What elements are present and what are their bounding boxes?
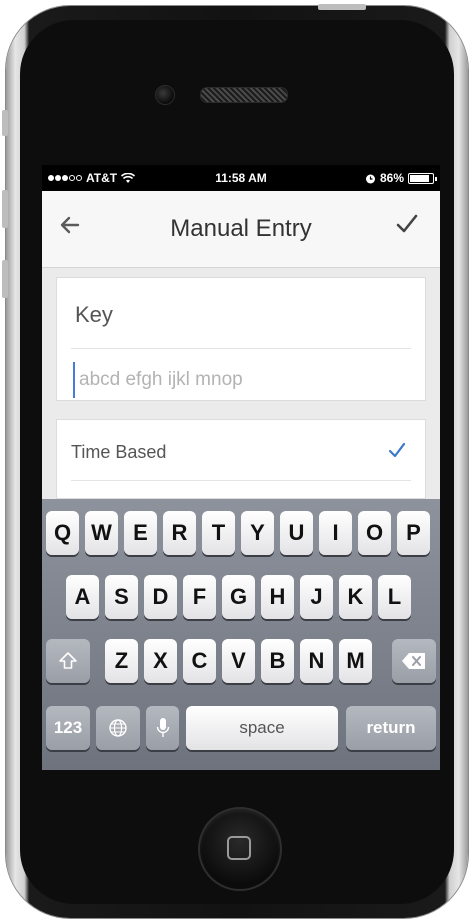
- key-i[interactable]: I: [319, 511, 352, 555]
- screen: AT&T 11:58 AM 86% Manual Entry Key abcd …: [42, 165, 440, 770]
- status-right: 86%: [365, 171, 437, 185]
- status-bar: AT&T 11:58 AM 86%: [42, 165, 440, 191]
- key-w[interactable]: W: [85, 511, 118, 555]
- key-input[interactable]: [73, 362, 413, 398]
- delete-key[interactable]: [392, 639, 436, 683]
- key-k[interactable]: K: [339, 575, 372, 619]
- type-card: Time Based: [56, 419, 426, 499]
- key-v[interactable]: V: [222, 639, 255, 683]
- battery-icon: [408, 172, 437, 184]
- volume-up-button: [2, 190, 8, 228]
- battery-percent: 86%: [379, 171, 404, 185]
- key-m[interactable]: M: [339, 639, 372, 683]
- page-title: Manual Entry: [170, 215, 312, 242]
- key-t[interactable]: T: [202, 511, 235, 555]
- delete-icon: [402, 653, 425, 669]
- key-d[interactable]: D: [144, 575, 177, 619]
- type-divider: [71, 480, 411, 481]
- key-r[interactable]: R: [163, 511, 196, 555]
- microphone-key[interactable]: [146, 706, 179, 750]
- keyboard: Q W E R T Y U I O P A S D F G H J K L Z …: [42, 499, 440, 770]
- time-based-option[interactable]: Time Based: [57, 420, 425, 480]
- key-a[interactable]: A: [66, 575, 99, 619]
- shift-icon: [59, 652, 77, 669]
- key-g[interactable]: G: [222, 575, 255, 619]
- key-y[interactable]: Y: [241, 511, 274, 555]
- home-square-icon: [227, 836, 251, 860]
- time-based-label: Time Based: [71, 442, 167, 462]
- key-s[interactable]: S: [105, 575, 138, 619]
- key-n[interactable]: N: [300, 639, 333, 683]
- key-p[interactable]: P: [397, 511, 430, 555]
- key-b[interactable]: B: [261, 639, 294, 683]
- front-camera: [155, 85, 175, 105]
- alarm-icon: [365, 174, 375, 183]
- selected-check-icon: [388, 442, 406, 458]
- key-label: Key: [75, 302, 113, 327]
- key-divider: [71, 348, 411, 349]
- confirm-button[interactable]: [394, 211, 424, 241]
- key-x[interactable]: X: [144, 639, 177, 683]
- check-icon: [396, 214, 418, 233]
- key-q[interactable]: Q: [46, 511, 79, 555]
- return-key[interactable]: return: [346, 706, 436, 750]
- key-z[interactable]: Z: [105, 639, 138, 683]
- key-j[interactable]: J: [300, 575, 333, 619]
- key-c[interactable]: C: [183, 639, 216, 683]
- mute-switch: [2, 110, 8, 136]
- key-card: Key: [56, 277, 426, 401]
- home-button[interactable]: [198, 807, 282, 891]
- microphone-icon: [156, 718, 169, 737]
- earpiece-speaker: [200, 87, 288, 103]
- shift-key[interactable]: [46, 639, 90, 683]
- key-e[interactable]: E: [124, 511, 157, 555]
- globe-icon: [109, 719, 127, 737]
- globe-key[interactable]: [96, 706, 140, 750]
- key-f[interactable]: F: [183, 575, 216, 619]
- power-button: [318, 4, 366, 10]
- key-o[interactable]: O: [358, 511, 391, 555]
- navigation-bar: Manual Entry: [42, 191, 440, 268]
- numbers-key[interactable]: 123: [46, 706, 90, 750]
- key-u[interactable]: U: [280, 511, 313, 555]
- key-h[interactable]: H: [261, 575, 294, 619]
- key-l[interactable]: L: [378, 575, 411, 619]
- space-key[interactable]: space: [186, 706, 338, 750]
- volume-down-button: [2, 260, 8, 298]
